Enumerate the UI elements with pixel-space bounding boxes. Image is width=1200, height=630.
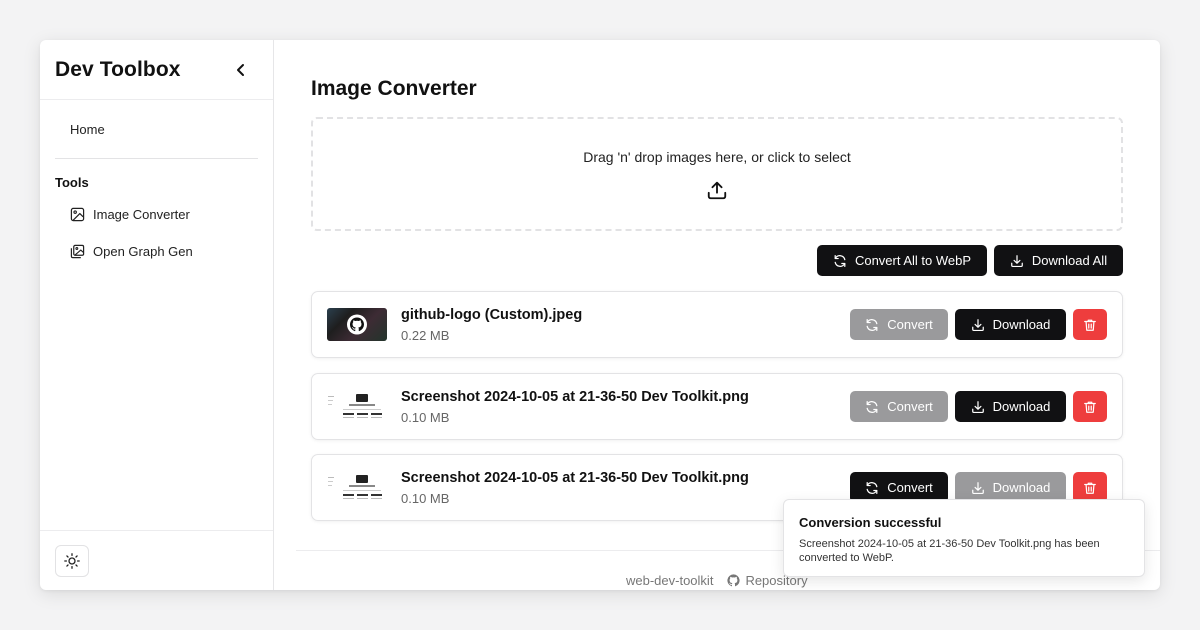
refresh-icon	[866, 481, 878, 494]
refresh-icon	[834, 254, 846, 267]
sidebar-item-image-converter[interactable]: Image Converter	[70, 207, 273, 222]
trash-icon	[1084, 401, 1096, 413]
file-size: 0.10 MB	[401, 491, 450, 506]
download-icon	[971, 400, 984, 413]
sidebar-divider	[55, 158, 258, 159]
convert-button[interactable]: Convert	[850, 309, 948, 340]
sidebar-section-tools: Tools	[55, 175, 89, 190]
image-icon	[70, 207, 85, 222]
file-card: Screenshot 2024-10-05 at 21-36-50 Dev To…	[311, 373, 1123, 440]
file-card: github-logo (Custom).jpeg 0.22 MB Conver…	[311, 291, 1123, 358]
download-label: Download	[992, 480, 1051, 495]
images-icon	[70, 244, 85, 259]
download-icon	[971, 481, 984, 494]
footer-project-name: web-dev-toolkit	[626, 573, 714, 588]
trash-icon	[1084, 482, 1096, 494]
download-label: Download	[992, 317, 1051, 332]
sidebar-item-open-graph-gen[interactable]: Open Graph Gen	[70, 244, 273, 259]
download-all-label: Download All	[1031, 253, 1108, 268]
download-icon	[1011, 254, 1023, 267]
file-thumbnail	[327, 390, 387, 423]
download-all-button[interactable]: Download All	[994, 245, 1123, 276]
convert-all-label: Convert All to WebP	[854, 253, 972, 268]
convert-label: Convert	[887, 317, 933, 332]
download-button[interactable]: Download	[955, 309, 1066, 340]
delete-button[interactable]	[1073, 309, 1107, 340]
screenshot-preview-icon	[328, 394, 382, 418]
delete-button[interactable]	[1073, 391, 1107, 422]
file-thumbnail	[327, 471, 387, 504]
refresh-icon	[866, 400, 878, 413]
sidebar-item-label: Open Graph Gen	[93, 244, 193, 259]
convert-label: Convert	[887, 399, 933, 414]
sidebar-item-label: Image Converter	[93, 207, 190, 222]
convert-label: Convert	[887, 480, 933, 495]
sidebar-footer	[40, 530, 273, 590]
sidebar-item-home[interactable]: Home	[70, 122, 273, 138]
toast-title: Conversion successful	[799, 515, 942, 530]
convert-button[interactable]: Convert	[850, 391, 948, 422]
toast-notification[interactable]: Conversion successful Screenshot 2024-10…	[783, 499, 1145, 577]
github-logo-icon	[327, 308, 387, 341]
sidebar: Dev Toolbox Home Tools Image Converter O…	[40, 40, 274, 590]
github-icon	[727, 574, 741, 587]
app-title: Dev Toolbox	[55, 57, 181, 81]
dropzone-text: Drag 'n' drop images here, or click to s…	[583, 149, 851, 165]
upload-icon	[707, 181, 727, 200]
trash-icon	[1084, 319, 1096, 331]
page-title: Image Converter	[311, 77, 477, 100]
download-label: Download	[992, 399, 1051, 414]
file-size: 0.22 MB	[401, 328, 450, 343]
image-dropzone[interactable]: Drag 'n' drop images here, or click to s…	[311, 117, 1123, 231]
file-name: Screenshot 2024-10-05 at 21-36-50 Dev To…	[401, 389, 749, 405]
footer: web-dev-toolkit Repository	[626, 573, 808, 588]
file-size: 0.10 MB	[401, 410, 450, 425]
toast-description: Screenshot 2024-10-05 at 21-36-50 Dev To…	[799, 538, 1100, 564]
theme-toggle-button[interactable]	[55, 545, 89, 577]
file-name: Screenshot 2024-10-05 at 21-36-50 Dev To…	[401, 470, 749, 486]
sun-icon	[64, 553, 80, 569]
refresh-icon	[866, 318, 878, 331]
download-button[interactable]: Download	[955, 391, 1066, 422]
download-icon	[971, 318, 984, 331]
convert-all-button[interactable]: Convert All to WebP	[817, 245, 987, 276]
file-thumbnail	[327, 308, 387, 341]
screenshot-preview-icon	[328, 475, 382, 499]
chevron-left-icon	[237, 63, 244, 76]
sidebar-header: Dev Toolbox	[40, 40, 273, 100]
collapse-sidebar-button[interactable]	[233, 62, 249, 78]
file-name: github-logo (Custom).jpeg	[401, 307, 583, 323]
